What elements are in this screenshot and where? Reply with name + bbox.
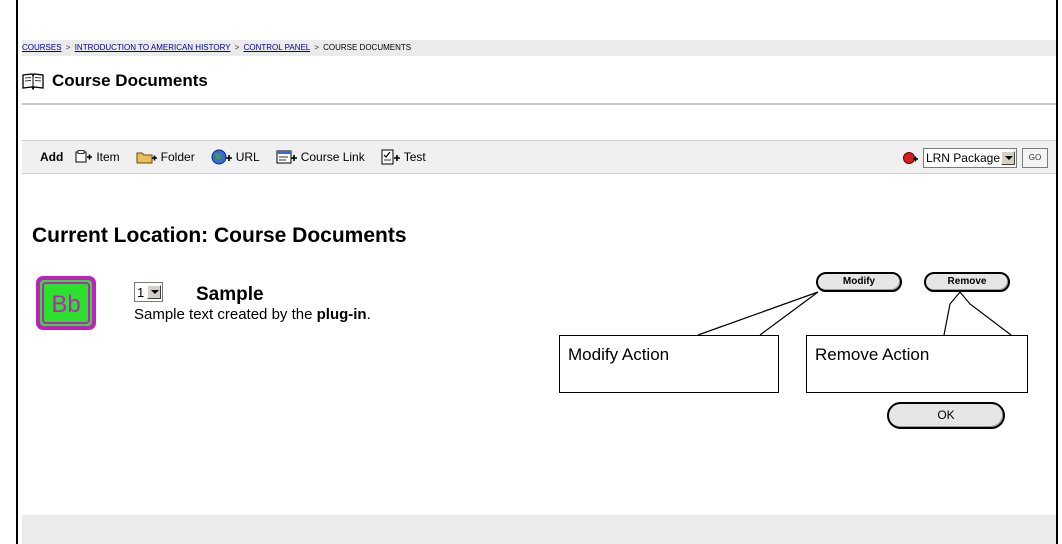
add-test-button[interactable]: Test	[381, 149, 426, 165]
add-label: Add	[40, 150, 64, 164]
breadcrumb-separator: >	[65, 43, 71, 52]
ok-button[interactable]: OK	[887, 402, 1005, 429]
item-description: Sample text created by the plug-in.	[134, 306, 371, 323]
breadcrumb-course[interactable]: INTRODUCTION TO AMERICAN HISTORY	[75, 43, 231, 52]
item-order-select[interactable]: 1	[134, 282, 164, 302]
item-title: Sample	[196, 284, 264, 305]
course-link-icon	[276, 150, 297, 164]
footer-bar	[22, 515, 1056, 544]
blackboard-logo-icon: Bb	[36, 276, 96, 330]
add-course-link-label: Course Link	[300, 150, 365, 164]
add-item-label: Item	[96, 150, 120, 164]
add-item-button[interactable]: Item	[75, 150, 120, 164]
action-bar: Add Item Folder URL Course Link Test LRN…	[22, 140, 1056, 174]
breadcrumb-separator: >	[234, 43, 240, 52]
breadcrumb-current: COURSE DOCUMENTS	[323, 43, 412, 52]
page-title: Course Documents	[52, 71, 208, 90]
item-order-value: 1	[137, 284, 145, 300]
chevron-down-icon	[147, 285, 162, 299]
package-add-icon	[902, 152, 918, 164]
add-folder-button[interactable]: Folder	[136, 150, 195, 164]
breadcrumb-separator: >	[314, 43, 319, 52]
logo-text: Bb	[51, 291, 80, 318]
add-course-link-button[interactable]: Course Link	[276, 149, 365, 165]
package-area: LRN Package GO	[902, 148, 1048, 168]
modify-button[interactable]: Modify	[816, 272, 902, 292]
page-frame: COURSES > INTRODUCTION TO AMERICAN HISTO…	[16, 0, 1058, 544]
add-test-label: Test	[403, 150, 426, 164]
chevron-down-icon	[1001, 151, 1015, 165]
remove-button[interactable]: Remove	[924, 272, 1010, 292]
item-add-icon	[75, 150, 93, 163]
package-select-value: LRN Package	[925, 151, 1000, 165]
page-header: Course Documents	[22, 70, 208, 92]
add-url-label: URL	[235, 150, 260, 164]
breadcrumb: COURSES > INTRODUCTION TO AMERICAN HISTO…	[22, 40, 1056, 56]
remove-action-callout: Remove Action	[806, 335, 1028, 393]
title-divider	[22, 103, 1056, 105]
folder-add-icon	[136, 152, 157, 164]
breadcrumb-courses[interactable]: COURSES	[22, 43, 62, 52]
go-button[interactable]: GO	[1022, 148, 1048, 168]
add-folder-label: Folder	[160, 150, 195, 164]
item-description-bold: plug-in	[316, 306, 367, 323]
modify-action-callout: Modify Action	[559, 335, 779, 393]
test-add-icon	[381, 149, 400, 165]
location-heading: Current Location: Course Documents	[32, 224, 407, 247]
globe-url-icon	[211, 149, 232, 165]
add-url-button[interactable]: URL	[211, 149, 260, 165]
breadcrumb-control-panel[interactable]: CONTROL PANEL	[244, 43, 310, 52]
item-description-text: Sample text created by the	[134, 306, 317, 323]
item-description-suffix: .	[366, 306, 371, 323]
package-select[interactable]: LRN Package	[922, 148, 1017, 168]
book-icon	[22, 73, 44, 90]
